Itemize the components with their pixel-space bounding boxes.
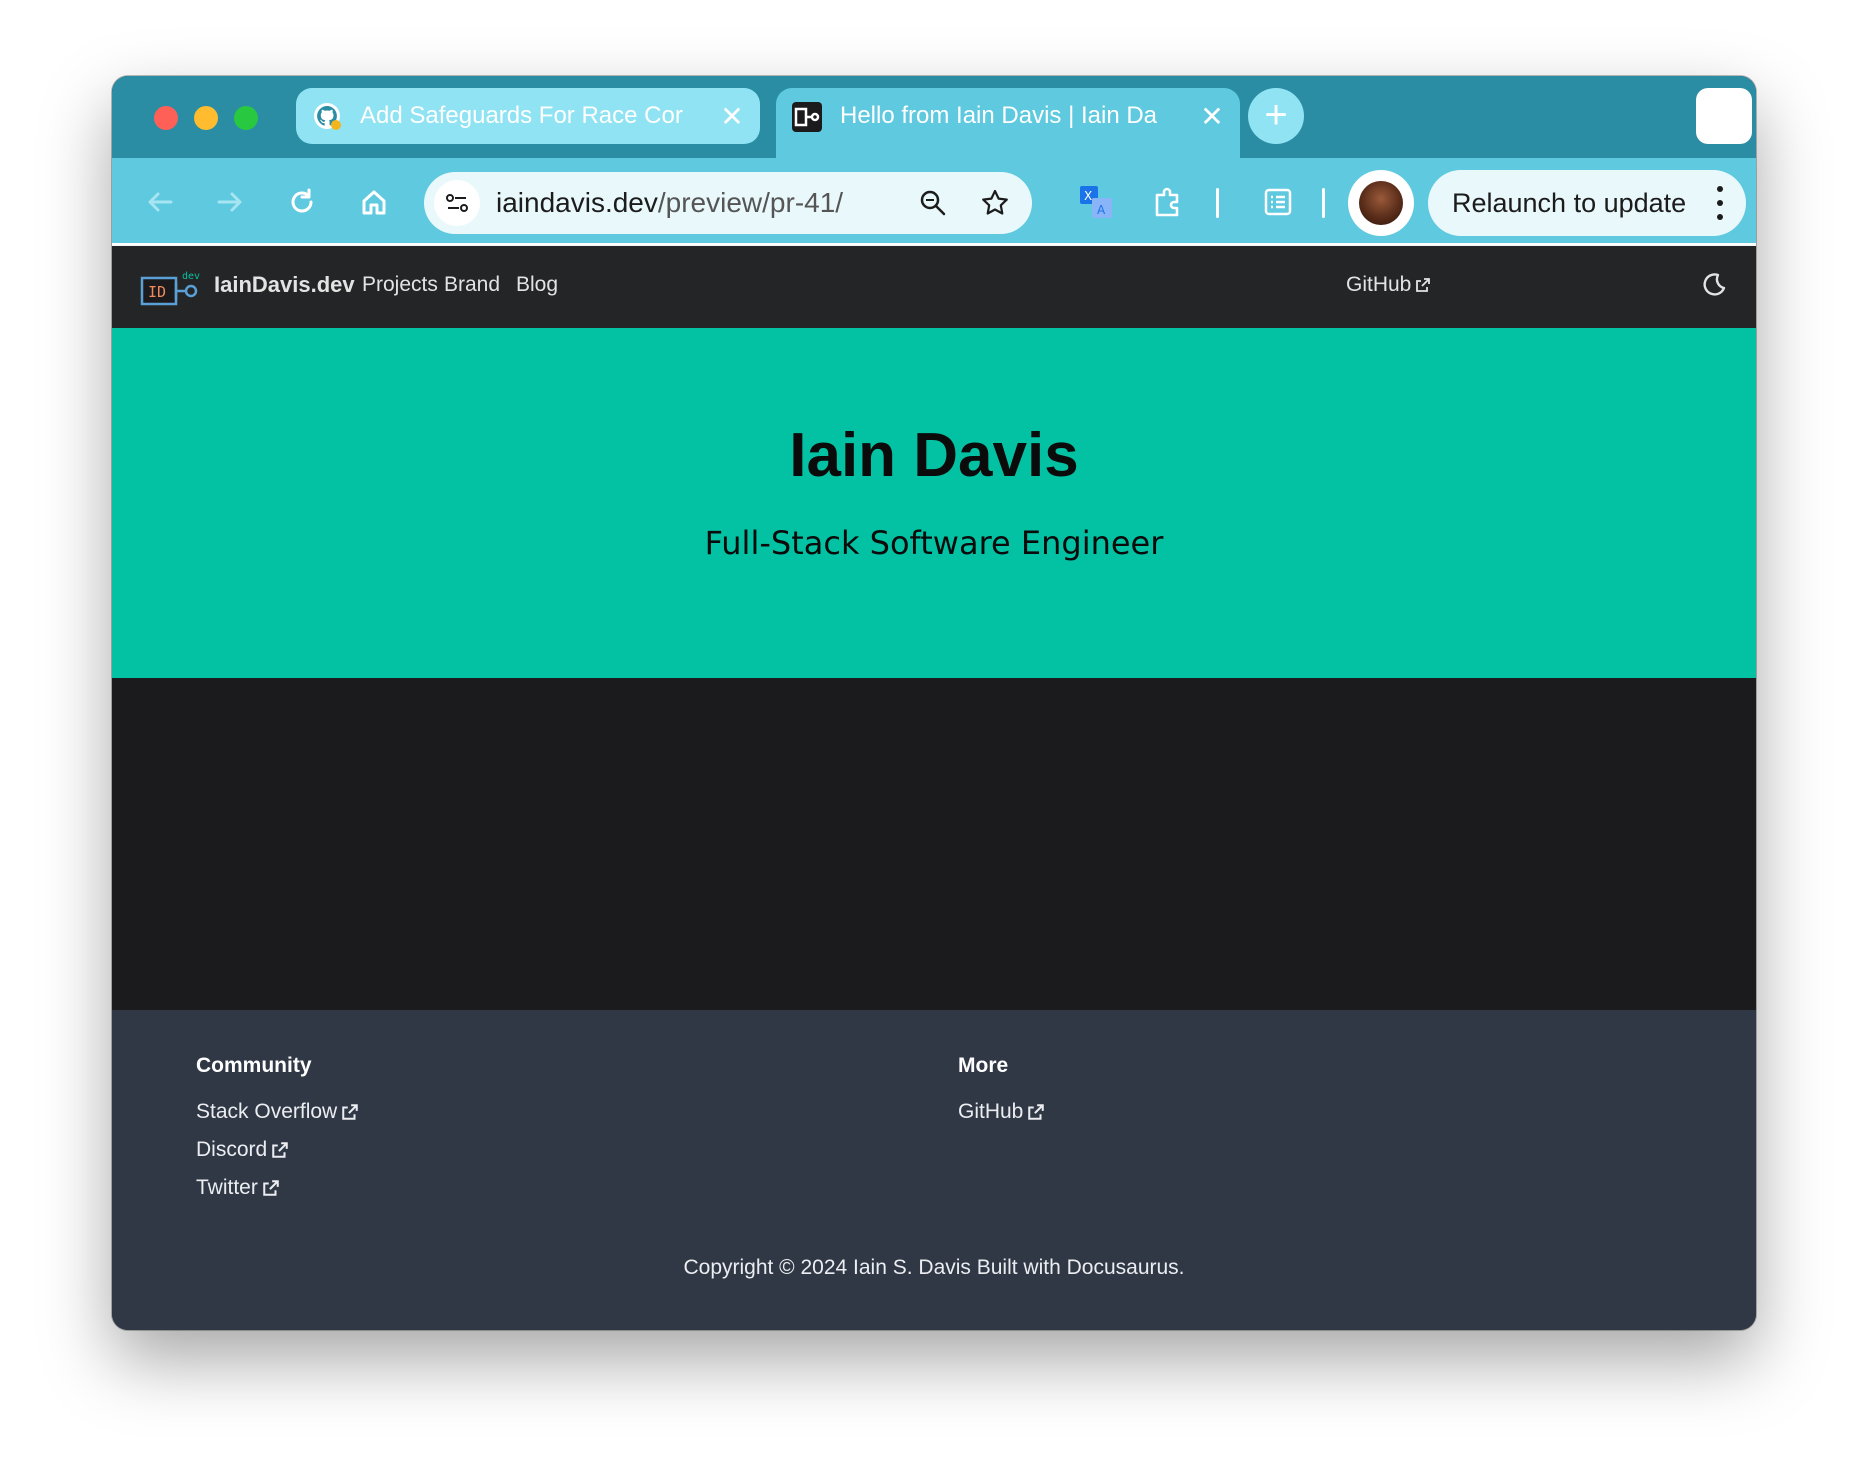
close-tab-icon[interactable]: ✕: [718, 101, 746, 132]
svg-text:X: X: [1084, 189, 1092, 203]
tab-strip: Add Safeguards For Race Cor ✕ Hello from…: [112, 76, 1756, 158]
site-navbar: ID dev IainDavis.dev Projects Brand Blog…: [112, 246, 1756, 328]
footer-link-discord[interactable]: Discord: [196, 1138, 359, 1162]
footer-column-title: Community: [196, 1054, 312, 1077]
relaunch-button[interactable]: Relaunch to update: [1428, 170, 1746, 236]
external-link-icon: [1416, 278, 1431, 293]
tab-active[interactable]: Hello from Iain Davis | Iain Da ✕: [776, 88, 1240, 158]
external-link-icon: [1028, 1104, 1045, 1121]
hero-banner: Iain Davis Full-Stack Software Engineer: [112, 328, 1756, 678]
nav-github[interactable]: GitHub: [1346, 273, 1431, 297]
close-tab-icon[interactable]: ✕: [1198, 101, 1226, 132]
avatar-photo: [1359, 181, 1403, 225]
nav-projects[interactable]: Projects: [362, 273, 438, 297]
dark-mode-toggle-icon[interactable]: [1698, 270, 1728, 306]
footer-link-stackoverflow[interactable]: Stack Overflow: [196, 1100, 359, 1124]
hero-subtitle: Full-Stack Software Engineer: [704, 524, 1164, 562]
bookmark-star-icon[interactable]: [972, 180, 1018, 226]
toolbar-separator: [1216, 188, 1219, 218]
external-link-icon: [272, 1142, 288, 1159]
browser-window: Add Safeguards For Race Cor ✕ Hello from…: [112, 76, 1756, 1330]
url-text: iaindavis.dev/preview/pr-41/: [496, 187, 844, 218]
forward-icon[interactable]: [208, 180, 252, 224]
main-content: [112, 678, 1756, 1010]
back-icon[interactable]: [138, 180, 182, 224]
footer-column-more: More GitHub: [958, 1054, 1045, 1138]
nav-blog[interactable]: Blog: [516, 273, 558, 297]
site-info-icon[interactable]: [434, 180, 480, 226]
web-page: ID dev IainDavis.dev Projects Brand Blog…: [112, 246, 1756, 1330]
new-tab-button[interactable]: +: [1248, 88, 1304, 144]
profile-chip[interactable]: [1696, 88, 1752, 144]
toolbar-separator: [1322, 188, 1325, 218]
reload-icon[interactable]: [280, 180, 324, 224]
maximize-window-button[interactable]: [234, 106, 258, 130]
nav-github-label: GitHub: [1346, 273, 1412, 296]
site-footer: Community Stack Overflow Discord Twitter…: [112, 1010, 1756, 1330]
tab-title: Add Safeguards For Race Cor: [360, 102, 683, 129]
iaindavis-icon: [792, 102, 822, 132]
profile-avatar[interactable]: [1348, 170, 1414, 236]
translate-icon[interactable]: XA: [1074, 180, 1118, 224]
external-link-icon: [342, 1104, 358, 1121]
nav-brand[interactable]: Brand: [444, 273, 500, 297]
svg-text:dev: dev: [182, 271, 200, 282]
copyright-text: Copyright © 2024 Iain S. Davis Built wit…: [683, 1256, 1185, 1279]
relaunch-label: Relaunch to update: [1452, 187, 1687, 218]
hero-title: Iain Davis: [789, 421, 1079, 490]
footer-link-github[interactable]: GitHub: [958, 1100, 1045, 1124]
tab-title: Hello from Iain Davis | Iain Da: [840, 102, 1158, 129]
browser-toolbar: iaindavis.dev/preview/pr-41/ XA Relaunch…: [112, 158, 1756, 246]
reading-list-icon[interactable]: [1256, 180, 1300, 224]
github-icon: [312, 101, 342, 131]
extensions-icon[interactable]: [1146, 180, 1190, 224]
minimize-window-button[interactable]: [194, 106, 218, 130]
footer-column-community: Community Stack Overflow Discord Twitter: [196, 1054, 359, 1214]
site-logo[interactable]: ID dev: [140, 268, 204, 308]
menu-kebab-icon[interactable]: [1716, 186, 1724, 220]
svg-text:ID: ID: [148, 283, 166, 301]
home-icon[interactable]: [352, 180, 396, 224]
footer-column-title: More: [958, 1054, 1009, 1077]
address-bar[interactable]: iaindavis.dev/preview/pr-41/: [424, 172, 1032, 234]
footer-link-twitter[interactable]: Twitter: [196, 1176, 359, 1200]
site-brand[interactable]: IainDavis.dev: [214, 272, 355, 298]
external-link-icon: [263, 1180, 279, 1197]
zoom-icon[interactable]: [910, 180, 956, 226]
close-window-button[interactable]: [154, 106, 178, 130]
tab-inactive[interactable]: Add Safeguards For Race Cor ✕: [296, 88, 760, 144]
svg-text:A: A: [1097, 203, 1106, 217]
